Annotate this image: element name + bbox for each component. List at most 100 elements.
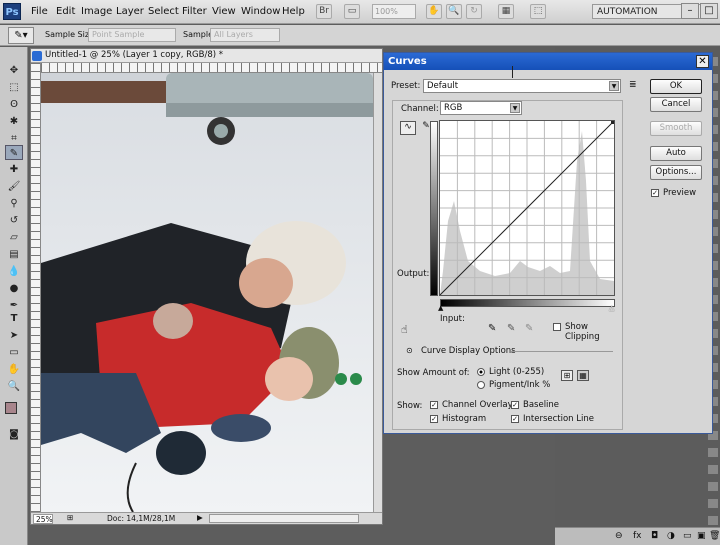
preset-options-icon[interactable]: ≣	[629, 80, 637, 90]
preset-label: Preset:	[391, 81, 421, 91]
link-layers-icon[interactable]: ⊖	[615, 531, 623, 541]
options-button[interactable]: Options...	[650, 165, 702, 180]
curve-endpoint[interactable]	[611, 121, 614, 124]
doc-size-text: Doc: 14,1M/28,1M	[107, 514, 176, 523]
zoom-field[interactable]: 25%	[33, 514, 53, 524]
screen-mode-icon[interactable]: ⬚	[530, 4, 546, 19]
dodge-tool-icon[interactable]: ●	[5, 281, 23, 296]
healing-brush-tool-icon[interactable]: ✚	[5, 162, 23, 177]
channel-overlays-checkbox[interactable]: ✓	[430, 401, 438, 409]
marquee-tool-icon[interactable]: ⬚	[5, 80, 23, 95]
gray-eyedropper-icon[interactable]: ✎	[507, 323, 515, 334]
simple-grid-icon[interactable]: ⊞	[561, 370, 573, 381]
menu-layer[interactable]: Layer	[116, 6, 144, 17]
vertical-scrollbar[interactable]	[373, 73, 382, 512]
status-info-icon[interactable]: ⊞	[67, 513, 73, 522]
detailed-grid-icon[interactable]: ▦	[577, 370, 589, 381]
channel-value: RGB	[444, 103, 463, 113]
light-option-label: Light (0-255)	[489, 367, 545, 377]
curve-graph-svg	[439, 120, 615, 296]
black-eyedropper-icon[interactable]: ✎	[488, 323, 496, 334]
close-icon[interactable]: ✕	[696, 55, 709, 68]
quick-mask-icon[interactable]: ◙	[5, 427, 23, 442]
brush-tool-icon[interactable]: 🖌	[5, 179, 23, 194]
show-clipping-checkbox[interactable]	[553, 323, 561, 331]
move-tool-icon[interactable]: ✥	[5, 63, 23, 78]
gradient-tool-icon[interactable]: ▤	[5, 247, 23, 262]
panel-bottom-bar: ⊖ fx ◘ ◑ ▭ ▣ 🗑	[555, 527, 720, 545]
sample-select[interactable]: All Layers	[210, 28, 280, 42]
new-group-icon[interactable]: ▭	[683, 531, 692, 541]
curve-points-icon[interactable]: ∿	[400, 121, 416, 135]
vertical-ruler	[31, 63, 41, 512]
type-tool-icon[interactable]: T	[5, 311, 23, 326]
white-point-slider[interactable]: △	[609, 304, 614, 312]
intersection-line-label: Intersection Line	[523, 414, 594, 424]
cancel-button[interactable]: Cancel	[650, 97, 702, 112]
input-label: Input:	[440, 314, 465, 324]
layer-style-icon[interactable]: fx	[633, 531, 642, 541]
rotate-view-icon[interactable]: ↻	[466, 4, 482, 19]
sample-size-select[interactable]: Point Sample	[88, 28, 176, 42]
toolbox: ✥ ⬚ ʘ ✱ ⌗ ✎ ✚ 🖌 ⚲ ↺ ▱ ▤ 💧 ● ✒ T ➤ ▭ ✋ 🔍 …	[0, 47, 28, 545]
crop-tool-icon[interactable]: ⌗	[5, 131, 23, 146]
menu-image[interactable]: Image	[81, 6, 112, 17]
light-radio[interactable]	[477, 368, 485, 376]
menu-file[interactable]: File	[31, 6, 48, 17]
menu-select[interactable]: Select	[148, 6, 179, 17]
preview-checkbox[interactable]: ✓	[651, 189, 659, 197]
smooth-button[interactable]: Smooth	[650, 121, 702, 136]
channel-label: Channel:	[401, 104, 439, 114]
status-menu-arrow-icon[interactable]: ▶	[197, 513, 203, 522]
menu-filter[interactable]: Filter	[182, 6, 207, 17]
menu-edit[interactable]: Edit	[56, 6, 75, 17]
baseline-checkbox[interactable]: ✓	[511, 401, 519, 409]
preset-select[interactable]: Default ▼	[423, 79, 621, 93]
ok-button[interactable]: OK	[650, 79, 702, 94]
histogram-label: Histogram	[442, 414, 487, 424]
menu-view[interactable]: View	[212, 6, 236, 17]
adjustment-layer-icon[interactable]: ◑	[667, 531, 675, 541]
magic-wand-tool-icon[interactable]: ✱	[5, 114, 23, 129]
layer-mask-icon[interactable]: ◘	[651, 531, 658, 541]
hand-icon[interactable]: ✋	[426, 4, 442, 19]
new-layer-icon[interactable]: ▣	[697, 531, 706, 541]
show-amount-label: Show Amount of:	[397, 368, 470, 378]
shape-tool-icon[interactable]: ▭	[5, 345, 23, 360]
foreground-color-swatch[interactable]	[5, 402, 17, 414]
zoom-icon[interactable]: 🔍	[446, 4, 462, 19]
clone-stamp-tool-icon[interactable]: ⚲	[5, 196, 23, 211]
intersection-line-checkbox[interactable]: ✓	[511, 415, 519, 423]
auto-button[interactable]: Auto	[650, 146, 702, 161]
zoom-tool-icon[interactable]: 🔍	[5, 379, 23, 394]
curve-graph[interactable]	[439, 120, 615, 296]
black-point-slider[interactable]: ▲	[438, 304, 443, 312]
minimize-button[interactable]: –	[681, 3, 699, 19]
histogram-checkbox[interactable]: ✓	[430, 415, 438, 423]
menu-help[interactable]: Help	[282, 6, 305, 17]
canvas-photo[interactable]	[41, 73, 373, 512]
restore-button[interactable]: □	[700, 3, 718, 19]
white-eyedropper-icon[interactable]: ✎	[525, 323, 533, 334]
targeted-adjustment-icon[interactable]: ☝	[401, 323, 408, 336]
trash-icon[interactable]: 🗑	[709, 531, 720, 541]
bridge-icon[interactable]: Br	[316, 4, 332, 19]
lasso-tool-icon[interactable]: ʘ	[5, 97, 23, 112]
blur-tool-icon[interactable]: 💧	[5, 264, 23, 279]
path-selection-tool-icon[interactable]: ➤	[5, 328, 23, 343]
document-tab[interactable]: Untitled-1 @ 25% (Layer 1 copy, RGB/8) *	[31, 49, 382, 63]
eyedropper-tool-icon[interactable]: ✎	[5, 145, 23, 160]
hand-tool-icon[interactable]: ✋	[5, 362, 23, 377]
horizontal-scrollbar[interactable]	[209, 514, 359, 523]
zoom-select[interactable]: 100%	[372, 4, 416, 19]
eraser-tool-icon[interactable]: ▱	[5, 230, 23, 245]
pigment-radio[interactable]	[477, 381, 485, 389]
channel-select[interactable]: RGB ▼	[440, 101, 522, 115]
expand-options-icon[interactable]: ⊙	[406, 346, 413, 355]
menu-window[interactable]: Window	[241, 6, 280, 17]
history-brush-tool-icon[interactable]: ↺	[5, 213, 23, 228]
eyedropper-preset-icon[interactable]: ✎▾	[8, 27, 34, 44]
curves-title-bar[interactable]: Curves ✕	[384, 53, 712, 70]
view-extras-icon[interactable]: ▭	[344, 4, 360, 19]
arrange-documents-icon[interactable]: ▦	[498, 4, 514, 19]
